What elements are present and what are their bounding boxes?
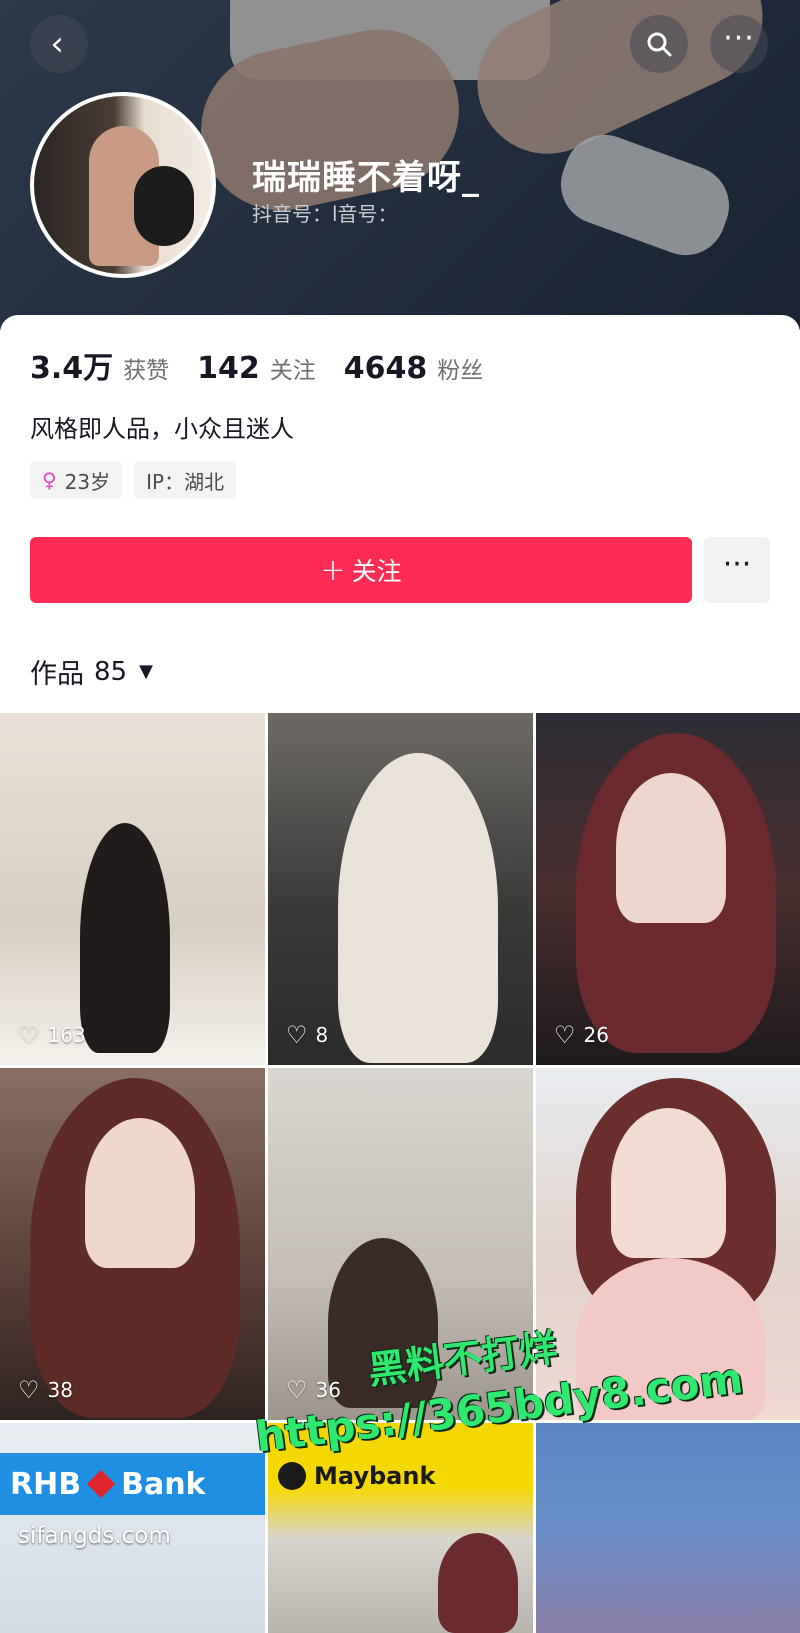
back-button[interactable]: ‹ [30, 15, 88, 73]
tab-works[interactable]: 作品 85 ▼ [30, 652, 153, 691]
heart-outline-icon: ♡ [286, 1021, 308, 1049]
search-icon [647, 32, 672, 57]
ip-tag: IP：湖北 [134, 461, 237, 499]
sign-text: Maybank [314, 1462, 436, 1490]
more-horizontal-icon: ··· [723, 21, 755, 56]
stat-following[interactable]: 142 关注 [197, 351, 316, 386]
follow-label: 关注 [351, 557, 402, 586]
search-button[interactable] [630, 15, 688, 73]
stat-likes[interactable]: 3.4万 获赞 [30, 343, 169, 387]
like-count: ♡ 38 [18, 1376, 73, 1404]
thumbnail-photo [611, 1108, 726, 1258]
video-thumbnail[interactable]: ♡ 163 [0, 713, 265, 1065]
follow-button[interactable]: + 关注 [30, 537, 692, 603]
avatar-photo [134, 166, 194, 246]
thumbnail-photo [338, 753, 498, 1063]
tiger-logo-icon [278, 1462, 306, 1490]
username: 瑞瑞睡不着呀_ [252, 158, 480, 198]
video-thumbnail[interactable]: ♡ 38 [0, 1068, 265, 1420]
profile-tags: ♀ 23岁 IP：湖北 [30, 461, 248, 499]
bank-sign: Maybank [268, 1451, 533, 1501]
video-thumbnail[interactable] [536, 1423, 800, 1633]
stat-label: 获赞 [123, 358, 170, 384]
video-thumbnail[interactable]: ♡ 26 [536, 713, 800, 1065]
photo-watermark: sifangds.com [18, 1523, 171, 1549]
thumbnail-photo [616, 773, 726, 923]
stat-value: 142 [197, 351, 260, 386]
profile-header: ‹ ··· 瑞瑞睡不着呀_ 抖音号：l音号： [0, 0, 800, 330]
bank-sign: RHB Bank [0, 1453, 265, 1515]
like-count: ♡ 8 [286, 1021, 328, 1049]
age-text: 23岁 [64, 469, 111, 494]
stat-value: 4648 [343, 351, 428, 386]
bio-text: 风格即人品，小众且迷人 [30, 415, 294, 443]
like-count-value: 38 [47, 1378, 73, 1402]
like-count-value: 163 [47, 1023, 86, 1047]
thumbnail-photo [438, 1533, 518, 1633]
works-label: 作品 [30, 659, 84, 690]
heart-outline-icon: ♡ [18, 1376, 40, 1404]
thumbnail-photo [85, 1118, 195, 1268]
stat-label: 关注 [269, 358, 316, 384]
diamond-logo-icon [86, 1469, 116, 1499]
like-count-value: 26 [583, 1023, 609, 1047]
like-count-value: 8 [315, 1023, 329, 1047]
age-tag: ♀ 23岁 [30, 461, 123, 499]
female-icon: ♀ [42, 468, 57, 492]
stats-row: 3.4万 获赞 142 关注 4648 粉丝 [30, 343, 511, 387]
like-count: ♡ 26 [554, 1021, 609, 1049]
video-thumbnail[interactable]: RHB Bank sifangds.com [0, 1423, 265, 1633]
ip-text: IP：湖北 [146, 469, 225, 494]
heart-outline-icon: ♡ [554, 1021, 576, 1049]
like-count: ♡ 163 [18, 1021, 86, 1049]
thumbnail-photo [80, 823, 170, 1053]
plus-icon: + [320, 552, 346, 588]
more-horizontal-icon: ··· [722, 547, 752, 582]
chevron-left-icon: ‹ [50, 24, 64, 64]
video-thumbnail[interactable]: ♡ 8 [268, 713, 533, 1065]
avatar[interactable] [30, 92, 216, 278]
stat-label: 粉丝 [437, 358, 484, 384]
sign-text: Bank [121, 1466, 206, 1502]
more-actions-button[interactable]: ··· [704, 537, 770, 603]
works-count: 85 [94, 656, 128, 687]
sign-text: RHB [10, 1466, 82, 1502]
caret-down-icon: ▼ [139, 661, 153, 682]
douyin-id: 抖音号：l音号： [252, 202, 398, 226]
stat-followers[interactable]: 4648 粉丝 [344, 351, 484, 386]
heart-outline-icon: ♡ [18, 1021, 40, 1049]
stat-value: 3.4万 [30, 351, 114, 386]
more-options-button[interactable]: ··· [710, 15, 768, 73]
